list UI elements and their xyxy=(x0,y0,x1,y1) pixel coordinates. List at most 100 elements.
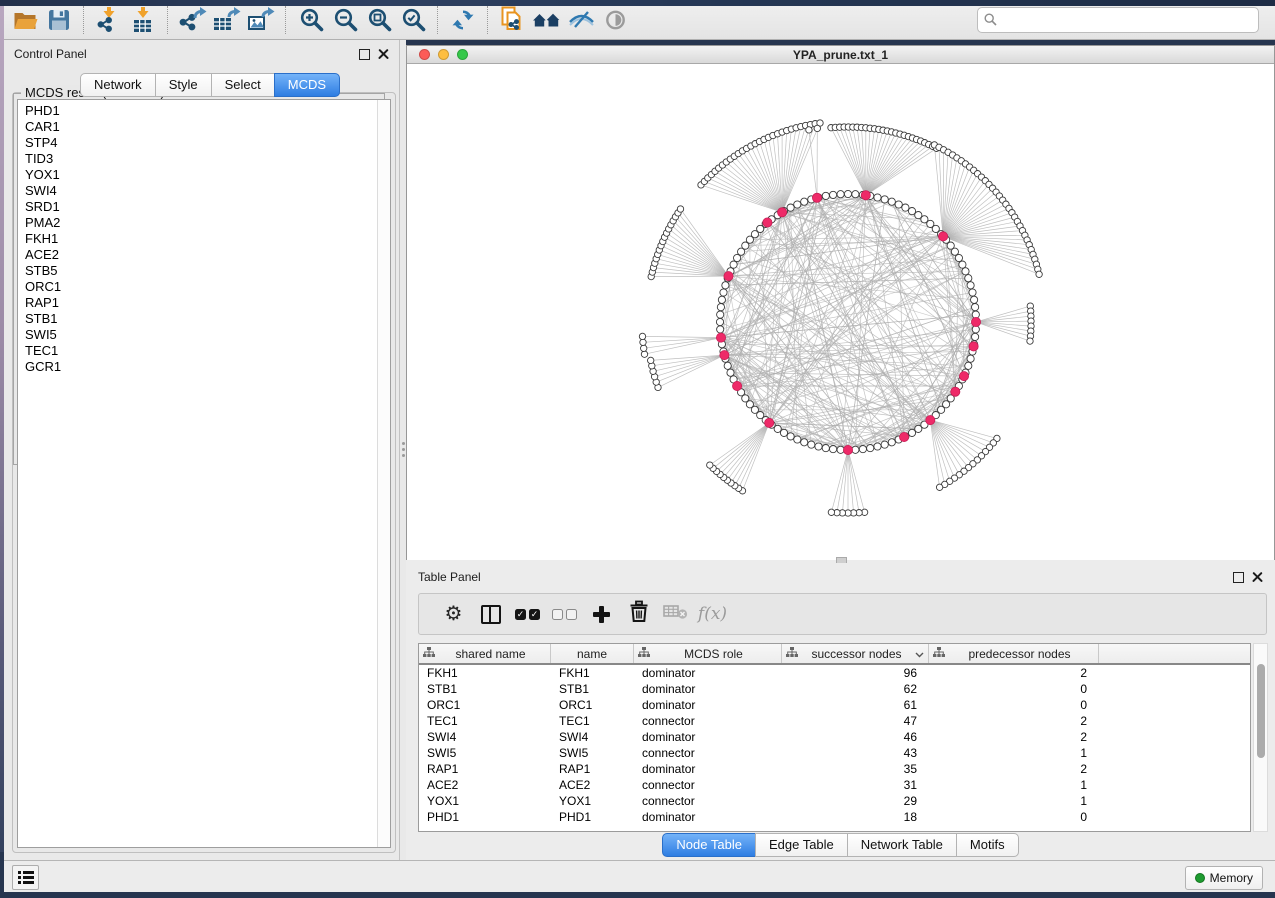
ring-node[interactable] xyxy=(730,261,737,268)
tab-network[interactable]: Network xyxy=(80,73,156,97)
table-row[interactable]: STB1STB1dominator620 xyxy=(419,681,1250,697)
mcds-hub-node[interactable] xyxy=(716,333,725,342)
ring-node[interactable] xyxy=(837,191,844,198)
satellite-node[interactable] xyxy=(641,345,647,351)
ring-node[interactable] xyxy=(859,446,866,453)
satellite-node[interactable] xyxy=(828,509,834,515)
column-header-name[interactable]: name xyxy=(551,644,634,663)
column-header-shared-name[interactable]: shared name xyxy=(419,644,551,663)
show-all-button[interactable] xyxy=(598,4,632,36)
satellite-node[interactable] xyxy=(640,339,646,345)
cell-predecessor-nodes[interactable]: 2 xyxy=(929,762,1099,776)
cell-successor-nodes[interactable]: 18 xyxy=(782,810,929,824)
export-network-button[interactable] xyxy=(176,4,210,36)
ring-node[interactable] xyxy=(965,362,972,369)
cell-name[interactable]: SWI4 xyxy=(551,730,634,744)
zoom-fit-button[interactable] xyxy=(362,4,396,36)
mcds-result-item[interactable]: ORC1 xyxy=(18,279,390,295)
satellite-node[interactable] xyxy=(806,127,812,133)
cell-successor-nodes[interactable]: 47 xyxy=(782,714,929,728)
ring-node[interactable] xyxy=(830,446,837,453)
ring-node[interactable] xyxy=(780,429,787,436)
network-graph[interactable] xyxy=(407,64,1274,560)
mcds-result-item[interactable]: YOX1 xyxy=(18,167,390,183)
cell-predecessor-nodes[interactable]: 1 xyxy=(929,794,1099,808)
mcds-hub-node[interactable] xyxy=(951,387,960,396)
network-frame-titlebar[interactable]: YPA_prune.txt_1 xyxy=(407,46,1274,64)
search-field[interactable] xyxy=(977,7,1259,33)
cell-successor-nodes[interactable]: 46 xyxy=(782,730,929,744)
mcds-list-scrollbar[interactable] xyxy=(377,100,390,847)
ring-node[interactable] xyxy=(720,289,727,296)
ring-node[interactable] xyxy=(951,248,958,255)
export-table-button[interactable] xyxy=(210,4,244,36)
cell-successor-nodes[interactable]: 29 xyxy=(782,794,929,808)
table-row[interactable]: ORC1ORC1dominator610 xyxy=(419,697,1250,713)
export-image-button[interactable] xyxy=(244,4,278,36)
zoom-out-button[interactable] xyxy=(328,4,362,36)
table-row[interactable]: YOX1YOX1connector291 xyxy=(419,793,1250,809)
mcds-hub-node[interactable] xyxy=(765,418,774,427)
ring-node[interactable] xyxy=(822,192,829,199)
table-scrollbar[interactable] xyxy=(1253,643,1268,832)
ring-node[interactable] xyxy=(955,254,962,261)
mcds-result-item[interactable]: RAP1 xyxy=(18,295,390,311)
ring-node[interactable] xyxy=(902,204,909,211)
column-header-successor-nodes[interactable]: successor nodes xyxy=(782,644,929,663)
delete-column-button[interactable] xyxy=(620,599,657,629)
table-row[interactable]: TEC1TEC1connector472 xyxy=(419,713,1250,729)
table-row[interactable]: FKH1FKH1dominator962 xyxy=(419,665,1250,681)
panel-list-button[interactable] xyxy=(12,865,39,890)
cell-name[interactable]: RAP1 xyxy=(551,762,634,776)
cell-shared-name[interactable]: RAP1 xyxy=(419,762,551,776)
tab-network-table[interactable]: Network Table xyxy=(847,833,957,857)
cell-mcds-role[interactable]: dominator xyxy=(634,810,782,824)
ring-node[interactable] xyxy=(794,436,801,443)
mcds-hub-node[interactable] xyxy=(733,381,742,390)
mcds-result-list[interactable]: PHD1CAR1STP4TID3YOX1SWI4SRD1PMA2FKH1ACE2… xyxy=(17,99,391,848)
ring-node[interactable] xyxy=(722,282,729,289)
cell-mcds-role[interactable]: dominator xyxy=(634,682,782,696)
cell-predecessor-nodes[interactable]: 2 xyxy=(929,730,1099,744)
ring-node[interactable] xyxy=(965,275,972,282)
mcds-result-item[interactable]: TID3 xyxy=(18,151,390,167)
mcds-result-item[interactable]: STB5 xyxy=(18,263,390,279)
mcds-result-item[interactable]: SWI4 xyxy=(18,183,390,199)
mcds-hub-node[interactable] xyxy=(969,342,978,351)
scrollbar-thumb[interactable] xyxy=(1257,664,1265,758)
import-table-button[interactable] xyxy=(126,4,160,36)
cell-name[interactable]: TEC1 xyxy=(551,714,634,728)
split-columns-button[interactable] xyxy=(472,599,509,629)
ring-node[interactable] xyxy=(852,191,859,198)
hide-selected-button[interactable] xyxy=(564,4,598,36)
ring-node[interactable] xyxy=(734,254,741,261)
ring-node[interactable] xyxy=(895,201,902,208)
cell-successor-nodes[interactable]: 35 xyxy=(782,762,929,776)
sort-chevron-icon[interactable] xyxy=(915,647,924,661)
ring-node[interactable] xyxy=(794,201,801,208)
cell-mcds-role[interactable]: dominator xyxy=(634,762,782,776)
cell-shared-name[interactable]: YOX1 xyxy=(419,794,551,808)
tab-motifs[interactable]: Motifs xyxy=(956,833,1019,857)
zoom-in-button[interactable] xyxy=(294,4,328,36)
satellite-node[interactable] xyxy=(677,206,683,212)
mcds-result-item[interactable]: STB1 xyxy=(18,311,390,327)
table-row[interactable]: SWI5SWI5connector431 xyxy=(419,745,1250,761)
cell-shared-name[interactable]: SWI5 xyxy=(419,746,551,760)
cell-shared-name[interactable]: ORC1 xyxy=(419,698,551,712)
satellite-node[interactable] xyxy=(648,357,654,363)
mcds-result-item[interactable]: GCR1 xyxy=(18,359,390,375)
ring-node[interactable] xyxy=(959,261,966,268)
cell-shared-name[interactable]: ACE2 xyxy=(419,778,551,792)
ring-node[interactable] xyxy=(830,191,837,198)
tab-edge-table[interactable]: Edge Table xyxy=(755,833,848,857)
satellite-node[interactable] xyxy=(1027,338,1033,344)
ring-node[interactable] xyxy=(888,439,895,446)
tab-style[interactable]: Style xyxy=(155,73,212,97)
cell-shared-name[interactable]: FKH1 xyxy=(419,666,551,680)
mcds-hub-node[interactable] xyxy=(959,372,968,381)
float-panel-icon[interactable] xyxy=(359,49,370,60)
column-header-mcds-role[interactable]: MCDS role xyxy=(634,644,782,663)
cell-name[interactable]: SWI5 xyxy=(551,746,634,760)
ring-node[interactable] xyxy=(717,304,724,311)
